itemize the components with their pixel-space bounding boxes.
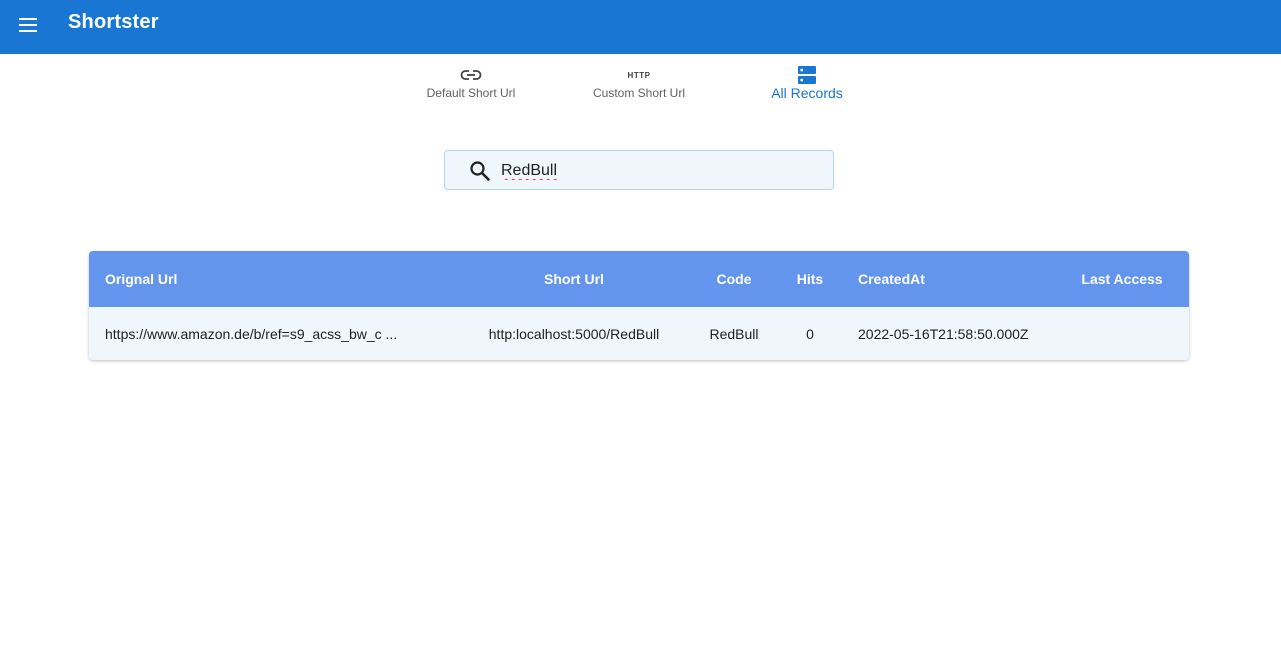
menu-button[interactable]: [14, 11, 42, 39]
column-header-code[interactable]: Code: [689, 251, 779, 307]
app-bar: Shortster: [0, 0, 1281, 54]
records-table: Orignal Url Short Url Code Hits CreatedA…: [89, 251, 1189, 360]
search-box: [444, 150, 834, 190]
cell-short-url[interactable]: http:localhost:5000/RedBull: [474, 307, 674, 360]
tab-label: Default Short Url: [426, 86, 516, 100]
app-title: Shortster: [68, 11, 159, 33]
column-header-created-at[interactable]: CreatedAt: [858, 251, 1078, 307]
menu-icon: [19, 18, 37, 32]
tab-label: All Records: [771, 85, 843, 101]
column-header-short-url[interactable]: Short Url: [474, 251, 674, 307]
link-icon: [460, 70, 482, 80]
tab-label: Custom Short Url: [592, 86, 686, 100]
cell-original-url: https://www.amazon.de/b/ref=s9_acss_bw_c…: [105, 325, 398, 342]
column-header-hits[interactable]: Hits: [784, 251, 836, 307]
search-input[interactable]: [501, 159, 821, 183]
http-icon: HTTP: [627, 70, 651, 80]
cell-hits: 0: [806, 325, 814, 342]
storage-icon: [798, 66, 816, 84]
tab-default-short-url[interactable]: Default Short Url: [387, 54, 555, 112]
tab-custom-short-url[interactable]: HTTP Custom Short Url: [555, 54, 723, 112]
column-header-last-access[interactable]: Last Access: [1064, 251, 1180, 307]
cell-code: RedBull: [709, 325, 759, 342]
cell-last-access: [1064, 307, 1180, 360]
table-header: Orignal Url Short Url Code Hits CreatedA…: [89, 251, 1189, 307]
column-header-original-url[interactable]: Orignal Url: [105, 251, 465, 307]
table-row[interactable]: https://www.amazon.de/b/ref=s9_acss_bw_c…: [89, 307, 1189, 360]
cell-created-at: 2022-05-16T21:58:50.000Z: [858, 325, 1029, 342]
search-icon: [470, 161, 490, 181]
tab-all-records[interactable]: All Records: [723, 54, 891, 112]
tab-bar: Default Short Url HTTP Custom Short Url …: [0, 54, 1281, 116]
